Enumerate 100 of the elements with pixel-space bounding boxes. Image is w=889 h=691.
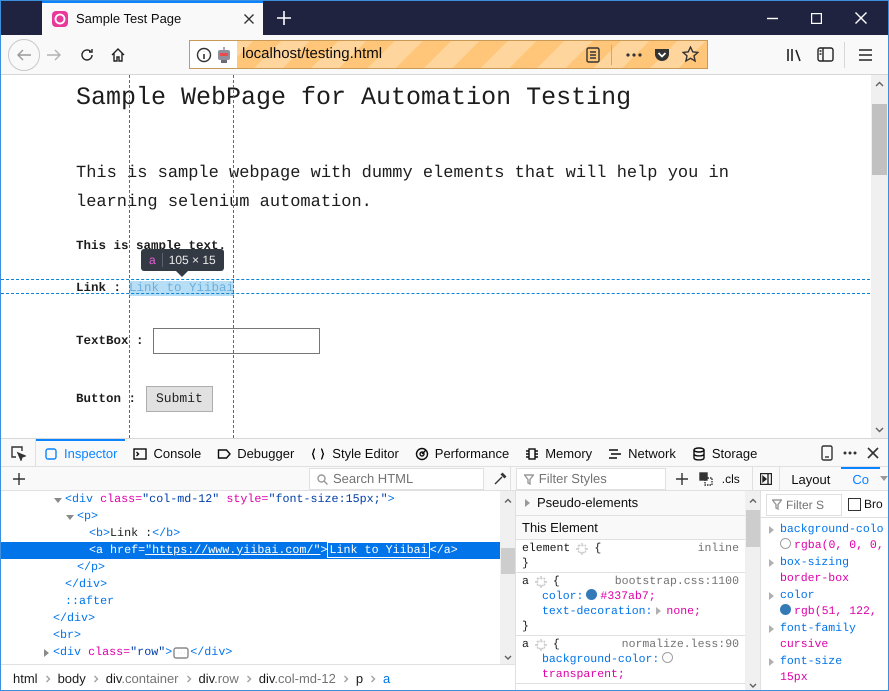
eyedropper-icon[interactable] xyxy=(493,472,507,486)
css-property[interactable]: background-color: xyxy=(542,653,660,666)
library-icon[interactable] xyxy=(786,46,803,62)
markup-row[interactable]: <div class="col-md-12" style="font-size:15px;"> xyxy=(1,491,500,508)
filter-field[interactable]: Filter S xyxy=(766,494,842,516)
computed-property[interactable]: color xyxy=(780,589,815,602)
more-options-icon[interactable] xyxy=(843,450,857,454)
intro-paragraph: This is sample webpage with dummy elements that will help you in learning selenium automation. xyxy=(76,163,730,214)
computed-value: cursive xyxy=(780,638,828,651)
markup-code: </p> xyxy=(77,558,106,576)
responsive-mode-icon[interactable] xyxy=(821,444,833,460)
url-bar[interactable]: localhost/testing.html xyxy=(189,40,708,69)
css-value[interactable]: transparent; xyxy=(542,668,625,681)
gauge-icon xyxy=(414,446,429,460)
markup-row[interactable]: ::after xyxy=(1,593,500,610)
css-value[interactable]: #337ab7; xyxy=(600,590,656,603)
class-toggle-button[interactable]: .cls xyxy=(722,470,740,488)
markup-row[interactable]: <b>Link :</b> xyxy=(1,525,500,542)
computed-property[interactable]: font-family xyxy=(780,622,856,635)
devtools-tab[interactable]: Style Editor xyxy=(302,439,407,466)
scrollbar-thumb[interactable] xyxy=(872,104,887,175)
link-label: Link : xyxy=(76,280,122,298)
brace: { xyxy=(552,574,560,589)
pocket-icon[interactable] xyxy=(654,47,670,62)
submit-button[interactable]: Submit xyxy=(146,386,213,412)
scroll-down-icon xyxy=(504,655,512,660)
back-button[interactable] xyxy=(8,38,40,70)
sidebar-tab[interactable]: Layout xyxy=(780,467,842,490)
rule-source[interactable]: bootstrap.css:1100 xyxy=(614,574,739,589)
new-tab-icon[interactable] xyxy=(277,11,291,25)
breadcrumb[interactable]: html xyxy=(11,668,40,688)
filter-field[interactable]: Filter Styles xyxy=(516,468,666,490)
color-swatch[interactable] xyxy=(780,604,791,615)
back-arrow-icon xyxy=(16,48,32,62)
node-highlight-icon[interactable] xyxy=(534,638,547,650)
checkbox-label: Bro xyxy=(864,496,883,513)
css-property[interactable]: color: xyxy=(542,590,584,603)
node-highlight-icon[interactable] xyxy=(576,542,588,554)
chevron-icon xyxy=(44,674,52,684)
menu-icon[interactable] xyxy=(858,48,873,62)
scrollbar[interactable] xyxy=(745,491,760,690)
info-icon[interactable] xyxy=(196,46,212,62)
color-swatch[interactable] xyxy=(662,652,674,663)
markup-row[interactable]: <p> xyxy=(1,508,500,525)
expand-triangle-icon[interactable] xyxy=(41,648,51,658)
devtools-tab[interactable]: Network xyxy=(600,439,684,466)
scrollbar[interactable] xyxy=(871,75,888,438)
markup-row[interactable]: <a href="https://www.yiibai.com/"> Link to Yiibai </a> xyxy=(1,542,500,559)
breadcrumb[interactable]: div.row xyxy=(196,668,241,688)
rule-source[interactable]: inline xyxy=(698,541,739,556)
breadcrumb[interactable]: div.container xyxy=(104,668,181,688)
node-highlight-icon[interactable] xyxy=(534,576,547,588)
expand-triangle-icon[interactable] xyxy=(524,498,531,508)
breadcrumb[interactable]: p xyxy=(354,668,366,688)
panel-toggle-icon[interactable] xyxy=(760,472,772,484)
star-icon[interactable] xyxy=(682,46,699,63)
reload-icon[interactable] xyxy=(79,46,95,62)
breadcrumb[interactable]: div.col-md-12 xyxy=(256,668,338,688)
devtools-tab[interactable]: Storage xyxy=(684,439,766,466)
close-icon[interactable] xyxy=(867,446,879,458)
class-toggle-icon[interactable] xyxy=(698,472,713,486)
computed-property[interactable]: box-sizing xyxy=(780,556,850,569)
scrollbar-thumb[interactable] xyxy=(500,548,514,574)
brace: { xyxy=(594,541,602,556)
css-property[interactable]: text-decoration: xyxy=(542,605,652,618)
element-picker-icon[interactable] xyxy=(10,444,26,460)
more-actions-icon[interactable] xyxy=(626,52,642,56)
brace: } xyxy=(522,557,529,570)
markup-row[interactable]: <div class="row"> </div> xyxy=(1,644,500,661)
markup-row[interactable]: <br> xyxy=(1,627,500,644)
add-node-icon[interactable] xyxy=(13,472,25,484)
text-input[interactable] xyxy=(153,328,320,354)
devtools-tab[interactable]: Debugger xyxy=(209,439,302,466)
devtools-tab[interactable]: Performance xyxy=(406,439,518,466)
maximize-icon[interactable] xyxy=(811,12,822,24)
close-icon[interactable] xyxy=(243,13,255,25)
scrollbar-thumb[interactable] xyxy=(746,510,760,547)
devtools-tab[interactable]: Memory xyxy=(517,439,600,466)
computed-property[interactable]: font-size xyxy=(780,655,842,668)
breadcrumb[interactable]: a xyxy=(381,668,392,688)
ellipsis-badge-icon[interactable] xyxy=(173,646,190,658)
dropdown-arrow-icon[interactable] xyxy=(880,476,888,481)
color-swatch[interactable] xyxy=(586,589,598,600)
breadcrumb[interactable]: body xyxy=(56,668,88,688)
devtools-tab[interactable]: Console xyxy=(125,439,210,466)
add-rule-icon[interactable] xyxy=(676,472,688,484)
color-swatch[interactable] xyxy=(780,538,791,549)
reader-view-icon[interactable] xyxy=(586,46,600,62)
chevron-icon xyxy=(184,674,193,684)
css-value[interactable]: none; xyxy=(666,605,701,618)
search-field[interactable]: Search HTML xyxy=(309,468,484,490)
checkbox[interactable] xyxy=(848,498,861,510)
markup-code: <p> xyxy=(77,508,98,525)
computed-property[interactable]: background-colo xyxy=(780,523,884,536)
sidebar-icon[interactable] xyxy=(817,47,834,62)
rule-source[interactable]: normalize.less:90 xyxy=(622,637,739,652)
browser-tab[interactable]: Sample Test Page xyxy=(42,1,263,35)
home-icon[interactable] xyxy=(110,46,126,62)
scrollbar[interactable] xyxy=(500,491,515,664)
console-icon xyxy=(133,446,148,460)
